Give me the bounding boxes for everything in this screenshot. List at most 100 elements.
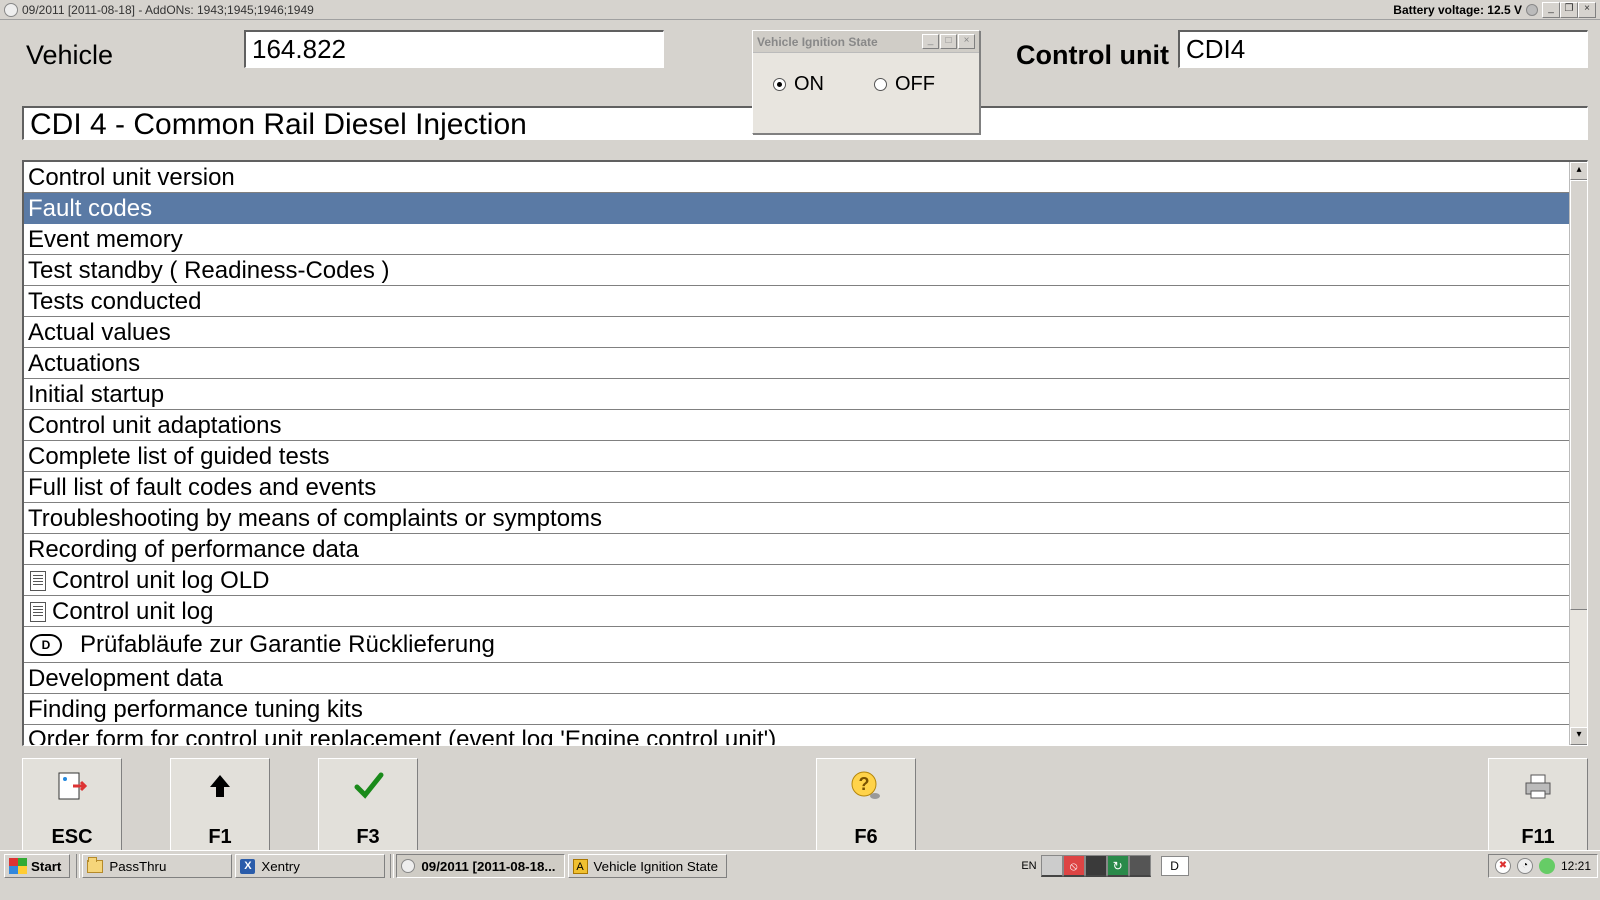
tray-icon[interactable]: ◔ bbox=[1517, 858, 1533, 874]
menu-item[interactable]: Complete list of guided tests bbox=[24, 441, 1569, 472]
menu-item-label: Complete list of guided tests bbox=[28, 443, 330, 471]
esc-label: ESC bbox=[51, 826, 92, 849]
menu-item-label: Actual values bbox=[28, 319, 171, 347]
mb-icon bbox=[401, 859, 415, 873]
f11-label: F11 bbox=[1521, 826, 1554, 849]
windows-flag-icon bbox=[9, 858, 27, 874]
menu-item[interactable]: Initial startup bbox=[24, 379, 1569, 410]
clock: 12:21 bbox=[1561, 859, 1591, 873]
document-icon bbox=[30, 602, 46, 622]
menu-item-label: Development data bbox=[28, 665, 223, 693]
help-icon: ? bbox=[849, 769, 883, 803]
esc-button[interactable]: ESC bbox=[22, 758, 122, 858]
f6-button[interactable]: ? F6 bbox=[816, 758, 916, 858]
menu-item-label: Order form for control unit replacement … bbox=[28, 726, 776, 746]
keyboard-layout[interactable]: D bbox=[1161, 856, 1189, 876]
taskbar-btn-label: PassThru bbox=[109, 859, 166, 874]
svg-text:?: ? bbox=[859, 774, 870, 794]
menu-item-label: Full list of fault codes and events bbox=[28, 474, 376, 502]
taskbar-btn-label: 09/2011 [2011-08-18... bbox=[421, 859, 555, 874]
taskbar: Start PassThru X Xentry 09/2011 [2011-08… bbox=[0, 850, 1600, 881]
ignition-off-radio[interactable]: OFF bbox=[874, 73, 935, 96]
taskbar-btn-label: Vehicle Ignition State bbox=[594, 859, 718, 874]
quick-launch-icons[interactable]: ⦸ ↻ bbox=[1041, 855, 1151, 877]
vehicle-field[interactable]: 164.822 bbox=[244, 30, 664, 68]
app-title: 09/2011 [2011-08-18] - AddONs: 1943;1945… bbox=[22, 3, 314, 17]
control-unit-field[interactable]: CDI4 bbox=[1178, 30, 1588, 68]
start-button[interactable]: Start bbox=[4, 854, 70, 878]
menu-item[interactable]: Recording of performance data bbox=[24, 534, 1569, 565]
ignition-state-window: Vehicle Ignition State _ □ × ON OFF bbox=[752, 30, 980, 134]
app-titlebar: 09/2011 [2011-08-18] - AddONs: 1943;1945… bbox=[0, 0, 1600, 20]
f3-button[interactable]: F3 bbox=[318, 758, 418, 858]
battery-voltage: Battery voltage: 12.5 V bbox=[1393, 3, 1522, 17]
menu-item-label: Event memory bbox=[28, 226, 183, 254]
menu-item-label: Actuations bbox=[28, 350, 140, 378]
menu-item[interactable]: Control unit adaptations bbox=[24, 410, 1569, 441]
menu-item[interactable]: Control unit log bbox=[24, 596, 1569, 627]
menu-item-label: Test standby ( Readiness-Codes ) bbox=[28, 257, 390, 285]
scrollbar[interactable]: ▴ ▾ bbox=[1569, 162, 1587, 745]
taskbar-das[interactable]: 09/2011 [2011-08-18... bbox=[396, 854, 564, 878]
menu-item-label: Recording of performance data bbox=[28, 536, 359, 564]
menu-item-label: Finding performance tuning kits bbox=[28, 696, 363, 724]
menu-item[interactable]: Control unit version bbox=[24, 162, 1569, 193]
document-icon bbox=[30, 571, 46, 591]
ignition-close-button[interactable]: × bbox=[958, 34, 975, 49]
minimize-button[interactable]: _ bbox=[1542, 2, 1560, 18]
menu-item[interactable]: Order form for control unit replacement … bbox=[24, 725, 1569, 745]
menu-item[interactable]: Finding performance tuning kits bbox=[24, 694, 1569, 725]
menu-item[interactable]: Actual values bbox=[24, 317, 1569, 348]
folder-icon bbox=[87, 860, 103, 873]
menu-item[interactable]: Actuations bbox=[24, 348, 1569, 379]
radio-icon bbox=[773, 78, 786, 91]
menu-item[interactable]: Tests conducted bbox=[24, 286, 1569, 317]
taskbar-ignition[interactable]: A Vehicle Ignition State bbox=[568, 854, 727, 878]
close-button[interactable]: × bbox=[1578, 2, 1596, 18]
menu-item[interactable]: DPrüfabläufe zur Garantie Rücklieferung bbox=[24, 627, 1569, 663]
scroll-thumb[interactable] bbox=[1570, 180, 1588, 610]
menu-list: Control unit version Fault codes Event mem… bbox=[22, 160, 1588, 746]
menu-item[interactable]: Control unit log OLD bbox=[24, 565, 1569, 596]
menu-item-label: Control unit version bbox=[28, 164, 235, 192]
menu-item-label: Initial startup bbox=[28, 381, 164, 409]
scroll-up-button[interactable]: ▴ bbox=[1570, 162, 1588, 180]
menu-item-label: Prüfabläufe zur Garantie Rücklieferung bbox=[80, 631, 495, 659]
taskbar-btn-label: Xentry bbox=[261, 859, 300, 874]
radio-icon bbox=[874, 78, 887, 91]
menu-item[interactable]: Development data bbox=[24, 663, 1569, 694]
scroll-down-button[interactable]: ▾ bbox=[1570, 727, 1588, 745]
vehicle-label: Vehicle bbox=[26, 40, 113, 71]
f1-button[interactable]: F1 bbox=[170, 758, 270, 858]
ignition-off-label: OFF bbox=[895, 73, 935, 96]
exit-icon bbox=[55, 769, 89, 803]
menu-item[interactable]: Full list of fault codes and events bbox=[24, 472, 1569, 503]
menu-item-label: Troubleshooting by means of complaints o… bbox=[28, 505, 602, 533]
menu-item[interactable]: Troubleshooting by means of complaints o… bbox=[24, 503, 1569, 534]
maximize-button[interactable]: ❐ bbox=[1560, 2, 1578, 18]
taskbar-separator bbox=[76, 854, 80, 878]
ignition-minimize-button[interactable]: _ bbox=[922, 34, 939, 49]
control-unit-label: Control unit bbox=[1016, 40, 1169, 71]
printer-icon bbox=[1521, 769, 1555, 803]
menu-item[interactable]: Event memory bbox=[24, 224, 1569, 255]
menu-item-label: Control unit log bbox=[52, 598, 213, 626]
taskbar-passthru[interactable]: PassThru bbox=[82, 854, 232, 878]
menu-item-label: Control unit log OLD bbox=[52, 567, 269, 595]
system-tray[interactable]: ✖ ◔ 12:21 bbox=[1488, 854, 1598, 878]
menu-item[interactable]: Test standby ( Readiness-Codes ) bbox=[24, 255, 1569, 286]
app-icon bbox=[4, 3, 18, 17]
tray-icon[interactable]: ✖ bbox=[1495, 858, 1511, 874]
menu-item-label: Fault codes bbox=[28, 195, 152, 223]
ignition-maximize-button[interactable]: □ bbox=[940, 34, 957, 49]
menu-item[interactable]: Fault codes bbox=[24, 193, 1569, 224]
xentry-icon: X bbox=[240, 859, 255, 874]
checkmark-icon bbox=[351, 769, 385, 803]
ignition-on-radio[interactable]: ON bbox=[773, 73, 824, 96]
ignition-window-title: Vehicle Ignition State bbox=[757, 35, 921, 49]
language-indicator[interactable]: EN bbox=[1021, 860, 1036, 872]
f11-button[interactable]: F11 bbox=[1488, 758, 1588, 858]
f1-label: F1 bbox=[208, 826, 231, 849]
taskbar-xentry[interactable]: X Xentry bbox=[235, 854, 385, 878]
tray-icon[interactable] bbox=[1539, 858, 1555, 874]
